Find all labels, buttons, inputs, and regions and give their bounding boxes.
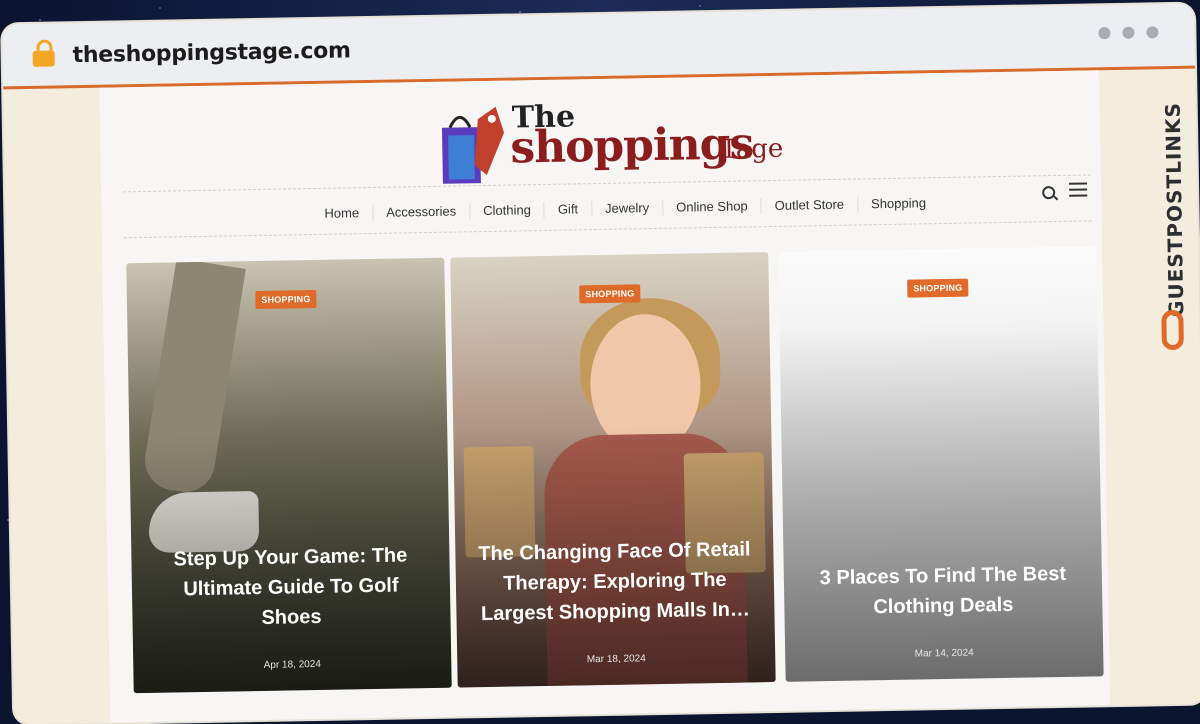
window-controls [1098,26,1159,40]
post-card[interactable]: SHOPPING 3 Places To Find The Best Cloth… [778,246,1104,682]
post-title[interactable]: The Changing Face Of Retail Therapy: Exp… [475,534,755,629]
post-title[interactable]: Step Up Your Game: The Ultimate Guide To… [151,540,431,635]
site-page: The shoppings Tage Home Accessories Clot… [99,70,1111,724]
watermark-text: GUESTPOSTLINKS [1160,101,1189,318]
logo-tage: Tage [720,133,784,165]
window-dot-icon[interactable] [1122,26,1135,39]
nav-accessories[interactable]: Accessories [372,203,471,221]
guestpostlinks-watermark: GUESTPOSTLINKS [1155,60,1194,361]
post-card[interactable]: SHOPPING The Changing Face Of Retail The… [450,252,776,688]
url-text[interactable]: theshoppingstage.com [72,38,350,68]
post-date: Mar 14, 2024 [914,647,974,660]
search-icon[interactable] [1042,186,1056,200]
browser-window: theshoppingstage.com The shoppings Tage … [2,3,1200,724]
category-badge[interactable]: SHOPPING [255,289,317,310]
divider [123,220,1092,239]
nav-shopping[interactable]: Shopping [858,195,939,212]
nav-home[interactable]: Home [311,204,374,223]
link-icon [1161,309,1184,351]
site-logo[interactable]: The shoppings Tage [440,95,802,191]
shopping-bag-icon [441,106,505,184]
logo-main: shoppings [509,118,754,174]
category-badge[interactable]: SHOPPING [907,278,969,298]
post-title[interactable]: 3 Places To Find The Best Clothing Deals [804,559,1083,624]
nav-clothing[interactable]: Clothing [470,201,546,220]
nav-online-shop[interactable]: Online Shop [663,198,762,216]
post-card[interactable]: SHOPPING Step Up Your Game: The Ultimate… [126,257,452,694]
nav-jewelry[interactable]: Jewelry [591,199,664,218]
window-dot-icon[interactable] [1098,27,1111,40]
window-dot-icon[interactable] [1146,26,1159,39]
hamburger-menu-icon[interactable] [1069,182,1088,200]
nav-outlet-store[interactable]: Outlet Store [761,196,859,215]
main-nav: Home Accessories Clothing Gift Jewelry O… [311,195,939,223]
nav-gift[interactable]: Gift [544,201,593,218]
lock-icon [32,50,55,67]
category-badge[interactable]: SHOPPING [579,284,641,304]
